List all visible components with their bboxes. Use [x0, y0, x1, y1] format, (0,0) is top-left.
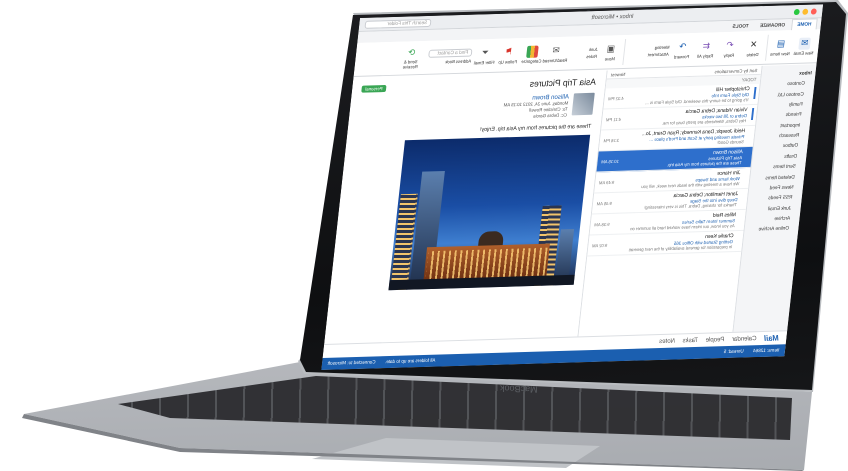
nav-calendar[interactable]: Calendar — [732, 335, 757, 343]
sender-info: Allison Brown Monday, June 24, 2013 10:1… — [502, 94, 569, 121]
reply-all-icon: ⇇ — [702, 40, 711, 51]
nav-people[interactable]: People — [705, 336, 725, 344]
ribbon-small-group: Junk Rules — [568, 46, 598, 59]
reading-pane: Asia Trip Pictures Personal Allison Brow… — [322, 70, 607, 358]
zoom-icon[interactable] — [793, 8, 800, 15]
nav-mail[interactable]: Mail — [764, 334, 780, 343]
message-time: 9:49 AM — [598, 179, 615, 186]
avatar[interactable] — [571, 92, 595, 116]
message-list: Sort by Conversations Newest TODAY Chris… — [575, 65, 762, 351]
categorize-icon — [526, 45, 539, 58]
status-sync: All folders are up to date. — [384, 358, 436, 365]
nav-tasks[interactable]: Tasks — [682, 337, 698, 344]
meeting-button[interactable]: Meeting — [628, 44, 670, 50]
message-time: 4:32 PM — [607, 95, 624, 102]
new-email-button[interactable]: ✉ New Email — [793, 37, 816, 56]
message-time: 9:45 AM — [596, 200, 613, 207]
send-receive-icon: ⟳ — [407, 46, 416, 57]
laptop: MacBook Inbox • Microsoft Search This Fo… — [0, 0, 848, 471]
move-button[interactable]: ▣ Move — [599, 43, 622, 62]
flag-icon: ⚑ — [504, 46, 514, 57]
nav-notes[interactable]: Notes — [659, 338, 676, 345]
ribbon-small-group: Meeting Attachment — [627, 44, 670, 57]
forward-button[interactable]: ↷ Forward — [671, 41, 694, 60]
close-icon[interactable] — [810, 7, 817, 15]
sort-order[interactable]: Newest — [611, 72, 626, 77]
message-item[interactable]: Charlie Keen Getting Started with Office… — [587, 230, 744, 257]
categorize-button[interactable]: Categorize — [521, 45, 544, 64]
ribbon-small-group: Find a Contact Address Book — [424, 48, 473, 65]
ribbon-divider — [765, 34, 769, 61]
new-items-button[interactable]: ▤ New Items — [769, 38, 792, 57]
status-items: Items: 12864 — [752, 347, 780, 354]
envelope-icon: ✉ — [552, 44, 561, 56]
sort-label[interactable]: Sort by Conversations — [714, 68, 757, 74]
delete-button[interactable]: ✕ Delete — [742, 38, 765, 57]
tab-home[interactable]: HOME — [791, 18, 818, 31]
move-icon: ▣ — [606, 43, 616, 54]
reading-header: Allison Brown Monday, June 24, 2013 10:1… — [358, 92, 595, 125]
delete-icon: ✕ — [749, 39, 758, 50]
folder-item[interactable]: Online Archive — [744, 224, 799, 236]
follow-up-button[interactable]: ⚑ Follow Up — [497, 46, 520, 65]
new-email-icon: ✉ — [798, 37, 811, 50]
ribbon-divider — [622, 38, 627, 65]
window-controls — [793, 7, 817, 15]
reply-button[interactable]: ↶ Reply — [718, 39, 741, 58]
attachment-button[interactable]: Attachment — [627, 51, 670, 57]
forward-icon: ↷ — [678, 41, 687, 52]
attached-photo[interactable] — [388, 134, 591, 291]
reply-all-button[interactable]: ⇇ Reply All — [695, 40, 718, 59]
junk-button[interactable]: Junk — [569, 46, 598, 52]
cc-line: Cc: Debra Garcia — [533, 112, 568, 119]
status-unread: Unread: 5 — [723, 349, 744, 355]
message-time: 10:15 AM — [601, 158, 620, 165]
main-content: Inbox Contoso Contoso Ltd. Family Friend… — [322, 64, 817, 358]
reading-subject: Asia Trip Pictures — [529, 76, 597, 89]
search-input[interactable]: Search This Folder — [364, 18, 432, 29]
reply-icon: ↶ — [725, 39, 735, 51]
message-time: 9:38 AM — [594, 221, 610, 228]
message-time: 9:02 AM — [591, 242, 608, 249]
tab-tools[interactable]: TOOLS — [727, 21, 754, 32]
tab-organize[interactable]: ORGANIZE — [755, 20, 790, 31]
find-contact-input[interactable]: Find a Contact — [428, 48, 473, 58]
brand-label: MacBook — [499, 383, 538, 395]
category-tag[interactable]: Personal — [361, 84, 387, 93]
photo-lights — [425, 247, 548, 280]
message-time: 3:26 PM — [603, 137, 620, 144]
filter-icon: ⏷ — [481, 47, 490, 58]
screen: Inbox • Microsoft Search This Folder HOM… — [321, 3, 848, 370]
rules-button[interactable]: Rules — [568, 53, 597, 59]
read-unread-button[interactable]: ✉ Read/Unread — [542, 44, 567, 63]
status-right: All folders are up to date. Connected to… — [327, 358, 435, 366]
filter-email-button[interactable]: ⏷ Filter Email — [474, 46, 497, 65]
status-connection: Connected to: Microsoft — [327, 359, 376, 367]
send-receive-button[interactable]: ⟳ Send & Receive — [400, 46, 423, 70]
message-time: 4:11 PM — [605, 116, 622, 123]
minimize-icon[interactable] — [802, 8, 809, 15]
new-items-icon: ▤ — [776, 38, 786, 49]
address-book-button[interactable]: Address Book — [424, 59, 471, 65]
outlook-window: Inbox • Microsoft Search This Folder HOM… — [321, 4, 824, 370]
